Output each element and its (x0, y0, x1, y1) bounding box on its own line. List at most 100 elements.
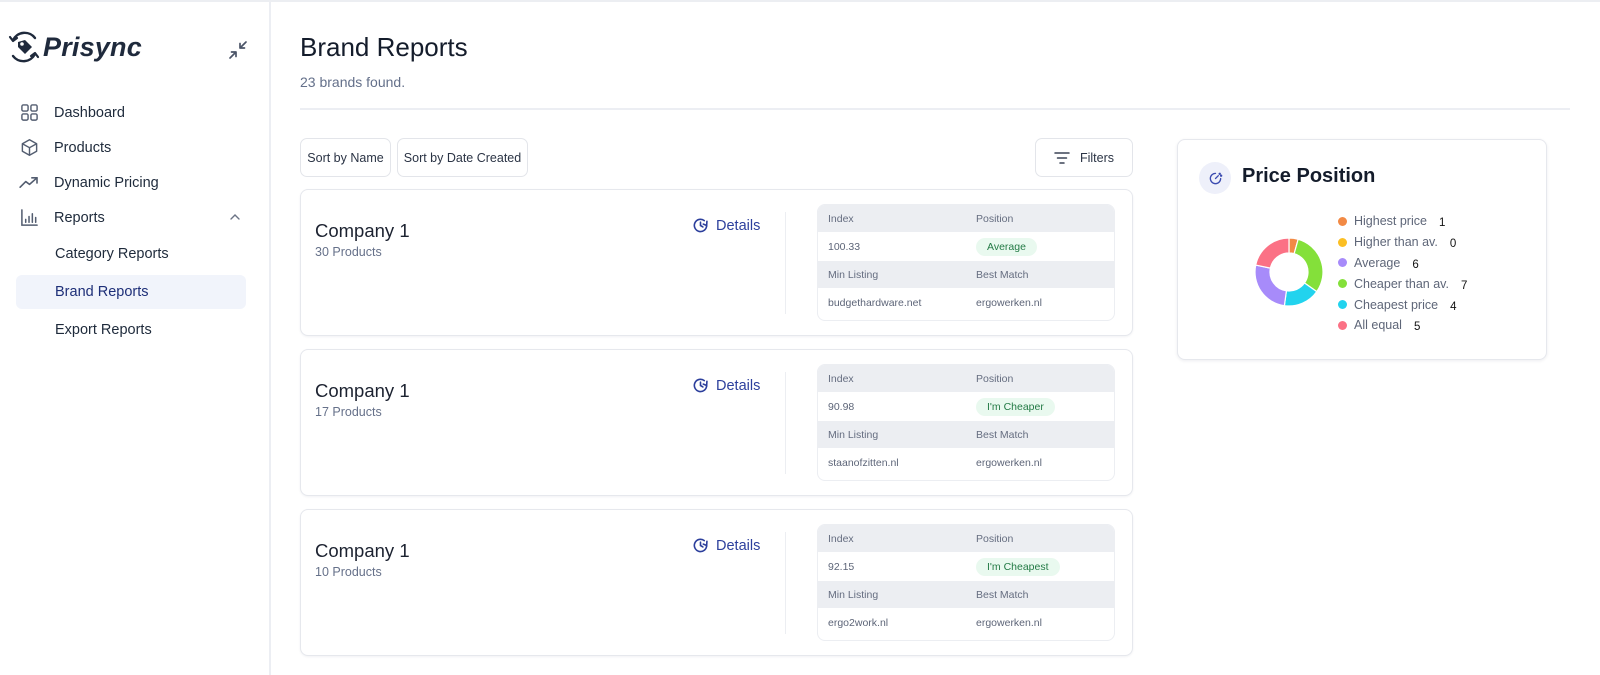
history-icon (693, 378, 708, 393)
card-divider (785, 212, 786, 314)
brand-name: Company 1 (315, 540, 410, 561)
donut-slice-average[interactable] (1254, 264, 1288, 307)
index-value: 100.33 (828, 240, 861, 253)
sidebar-subitem-brand-reports[interactable]: Brand Reports (16, 275, 246, 309)
best-match-value: ergowerken.nl (976, 296, 1042, 309)
legend-color-dot (1338, 258, 1347, 268)
brand-name: Company 1 (315, 220, 410, 241)
gauge-icon (1199, 162, 1231, 194)
legend-item[interactable]: All equal 5 (1338, 315, 1467, 336)
sidebar-nav: Dashboard Products Dynamic Pricing Repor… (16, 95, 246, 351)
legend-color-dot (1338, 237, 1347, 247)
sidebar-subitem-category-reports[interactable]: Category Reports (16, 237, 246, 271)
legend-item[interactable]: Cheapest price 4 (1338, 294, 1467, 315)
details-link[interactable]: Details (692, 537, 760, 554)
position-badge: Average (976, 237, 1037, 256)
sort-by-date-button[interactable]: Sort by Date Created (397, 138, 528, 177)
best-match-header: Best Match (976, 428, 1029, 441)
sidebar-item-dashboard[interactable]: Dashboard (16, 95, 246, 130)
card-divider (785, 372, 786, 474)
legend-label: Average (1354, 255, 1401, 270)
legend-label: Cheaper than av. (1354, 276, 1449, 291)
legend-label: All equal (1354, 318, 1402, 333)
page-title: Brand Reports (300, 32, 468, 62)
position-header: Position (976, 372, 1014, 385)
brand-card: Company 1 30 Products Details Index Posit… (300, 189, 1133, 336)
product-count: 30 Products (315, 245, 382, 259)
history-icon (693, 538, 708, 553)
sidebar-item-dynamic-pricing[interactable]: Dynamic Pricing (16, 165, 246, 200)
brand-card: Company 1 10 Products Details Index Posit… (300, 509, 1133, 656)
filter-icon (1054, 151, 1070, 164)
legend-value: 7 (1460, 279, 1468, 292)
card-divider (785, 532, 786, 634)
sidebar-item-label: Dynamic Pricing (54, 174, 159, 191)
position-badge: I'm Cheaper (976, 397, 1055, 416)
price-position-card: Price Position Highest price 1 Higher than… (1177, 139, 1547, 360)
min-listing-value: staanofzitten.nl (828, 456, 899, 469)
best-match-header: Best Match (976, 268, 1029, 281)
filters-button[interactable]: Filters (1035, 138, 1133, 177)
legend-item[interactable]: Average 6 (1338, 253, 1467, 274)
details-label: Details (716, 217, 761, 234)
position-header: Position (976, 532, 1014, 545)
details-label: Details (716, 537, 761, 554)
legend-value: 4 (1450, 300, 1457, 313)
legend-item[interactable]: Higher than av. 0 (1338, 232, 1467, 253)
sidebar-item-products[interactable]: Products (16, 130, 246, 165)
donut-slice-all-equal[interactable] (1255, 237, 1290, 269)
legend-color-dot (1338, 279, 1347, 289)
sidebar-item-reports[interactable]: Reports (16, 200, 246, 235)
sidebar-subitem-export-reports[interactable]: Export Reports (16, 313, 246, 347)
bar-chart-icon (18, 207, 40, 229)
trending-up-icon (18, 172, 40, 194)
grid-icon (18, 102, 40, 124)
collapse-icon (229, 41, 247, 59)
legend-label: Higher than av. (1354, 235, 1438, 250)
logo-icon (8, 31, 40, 63)
legend-value: 5 (1413, 321, 1421, 334)
index-header: Index (828, 532, 854, 545)
chart-legend: Highest price 1 Higher than av. 0 Average 6 Ch… (1338, 211, 1467, 336)
brand-name: Prisync (43, 31, 142, 62)
legend-color-dot (1338, 216, 1347, 226)
brand-card: Company 1 17 Products Details Index Posit… (300, 349, 1133, 496)
brand-stats-table: Index Position 90.98 I'm Cheaper Min Listi… (817, 364, 1115, 481)
min-listing-header: Min Listing (828, 588, 879, 601)
brand-stats-table: Index Position 92.15 I'm Cheapest Min List… (817, 524, 1115, 641)
min-listing-value: ergo2work.nl (828, 616, 889, 629)
header-divider (300, 108, 1570, 110)
brand-stats-table: Index Position 100.33 Average Min Listing B… (817, 204, 1115, 321)
sidebar-item-label: Products (54, 139, 112, 156)
filters-label: Filters (1079, 150, 1115, 165)
product-count: 17 Products (315, 405, 382, 419)
best-match-value: ergowerken.nl (976, 456, 1042, 469)
brands-count: 23 brands found. (300, 74, 406, 90)
legend-value: 1 (1438, 217, 1446, 230)
position-header: Position (976, 212, 1014, 225)
legend-color-dot (1338, 300, 1347, 310)
index-header: Index (828, 372, 854, 385)
details-link[interactable]: Details (692, 377, 760, 394)
price-position-donut-chart (1254, 237, 1324, 307)
details-link[interactable]: Details (692, 217, 760, 234)
chevron-up-icon[interactable] (228, 210, 242, 224)
index-header: Index (828, 212, 854, 225)
min-listing-value: budgethardware.net (828, 296, 922, 309)
collapse-sidebar-button[interactable] (226, 38, 250, 62)
box-icon (18, 137, 40, 159)
legend-item[interactable]: Highest price 1 (1338, 211, 1467, 232)
best-match-value: ergowerken.nl (976, 616, 1042, 629)
best-match-header: Best Match (976, 588, 1029, 601)
logo[interactable]: Prisync (7, 30, 142, 64)
donut-slice-cheaper-than-av[interactable] (1293, 238, 1324, 293)
legend-label: Cheapest price (1354, 297, 1439, 312)
history-icon (693, 218, 708, 233)
position-badge: I'm Cheapest (976, 557, 1060, 576)
min-listing-header: Min Listing (828, 268, 879, 281)
legend-value: 0 (1449, 238, 1457, 251)
sort-by-name-button[interactable]: Sort by Name (300, 138, 391, 177)
details-label: Details (716, 377, 761, 394)
legend-item[interactable]: Cheaper than av. 7 (1338, 273, 1467, 294)
sidebar-item-label: Dashboard (54, 104, 125, 121)
